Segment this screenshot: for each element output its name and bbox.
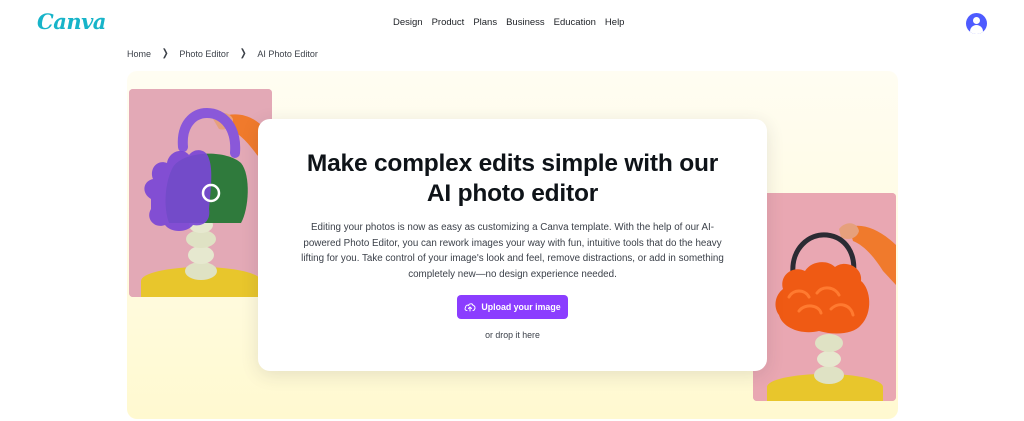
main-nav: Design Product Plans Business Education …: [393, 17, 633, 28]
nav-item-plans[interactable]: Plans: [473, 17, 497, 28]
upload-image-label: Upload your image: [481, 302, 561, 312]
nav-item-help[interactable]: Help: [605, 17, 625, 28]
handbag-selection-photo: [129, 89, 272, 297]
upload-image-button[interactable]: Upload your image: [457, 295, 568, 319]
hero-card: Make complex edits simple with our AI ph…: [258, 119, 767, 371]
breadcrumb-ai-photo-editor: AI Photo Editor: [257, 48, 318, 59]
breadcrumb-home[interactable]: Home: [127, 49, 151, 59]
chevron-right-icon: ❯: [239, 48, 247, 59]
drop-hint: or drop it here: [485, 330, 540, 340]
hero-headline-line-1: Make complex edits simple with our: [306, 150, 719, 177]
canva-logo[interactable]: Canva: [37, 9, 106, 34]
nav-item-design[interactable]: Design: [393, 17, 423, 28]
handbag-selection-illustration: [129, 89, 272, 297]
breadcrumb-photo-editor[interactable]: Photo Editor: [179, 49, 229, 59]
fuzzy-handbag-illustration: [753, 193, 896, 401]
avatar-head-shape: [973, 17, 980, 24]
top-navigation-bar: Canva Design Product Plans Business Educ…: [0, 0, 1024, 44]
nav-item-education[interactable]: Education: [554, 17, 596, 28]
breadcrumb: Home ❯ Photo Editor ❯ AI Photo Editor: [127, 48, 318, 59]
fuzzy-handbag-photo: [753, 193, 896, 401]
chevron-right-icon: ❯: [161, 48, 169, 59]
hero-headline: Make complex edits simple with our AI ph…: [258, 149, 767, 209]
nav-item-product[interactable]: Product: [432, 17, 465, 28]
hero-headline-line-2: AI photo editor: [426, 180, 599, 207]
hero-description: Editing your photos is now as easy as cu…: [301, 222, 724, 281]
nav-item-business[interactable]: Business: [506, 17, 545, 28]
user-avatar-icon[interactable]: [966, 13, 987, 34]
avatar-body-shape: [970, 25, 983, 34]
cloud-upload-icon: [464, 303, 476, 312]
